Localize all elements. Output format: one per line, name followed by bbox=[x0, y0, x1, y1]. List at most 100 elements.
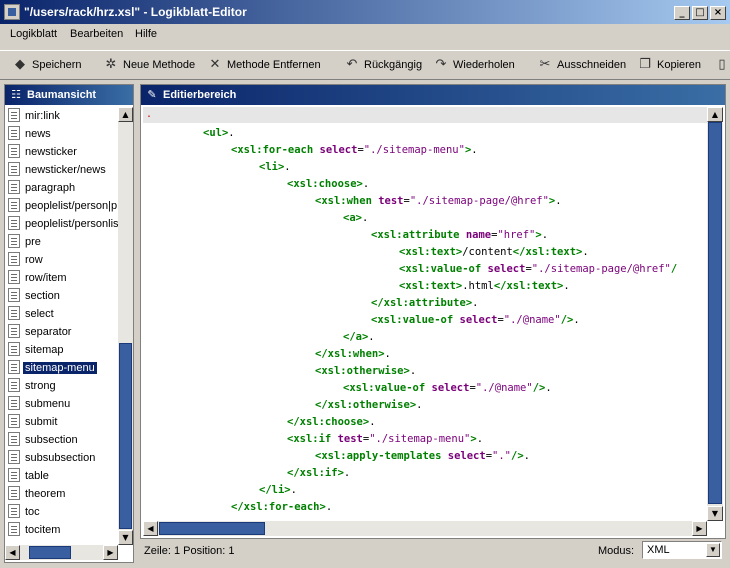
menu-hilfe[interactable]: Hilfe bbox=[135, 28, 157, 40]
app-icon bbox=[4, 4, 20, 20]
code-token-txt: . bbox=[343, 467, 351, 479]
tree-item[interactable]: sitemap bbox=[5, 341, 118, 359]
minimize-button[interactable]: _ bbox=[674, 6, 690, 20]
new-method-button[interactable]: ✲ Neue Methode bbox=[103, 56, 196, 74]
tree-item-label: sitemap bbox=[25, 344, 64, 356]
undo-label: Rückgängig bbox=[364, 59, 423, 71]
code-token-tag: <li> bbox=[259, 161, 285, 173]
code-line: </xsl:otherwise>. bbox=[315, 397, 422, 414]
code-token-txt: . bbox=[409, 365, 417, 377]
menu-logikblatt[interactable]: Logikblatt bbox=[10, 28, 57, 40]
code-token-attr: test bbox=[378, 195, 404, 207]
tree-item[interactable]: subsubsection bbox=[5, 449, 118, 467]
code-line: <xsl:choose>. bbox=[287, 176, 369, 193]
paste-button[interactable]: ▯ bbox=[714, 56, 730, 74]
scroll-down-icon[interactable]: ▼ bbox=[118, 530, 133, 545]
scroll-right-icon[interactable]: ▶ bbox=[103, 545, 118, 560]
tree-item-label: theorem bbox=[25, 488, 66, 500]
code-line: <a>. bbox=[343, 210, 368, 227]
tree-item[interactable]: separator bbox=[5, 323, 118, 341]
tree-item[interactable]: toc bbox=[5, 503, 118, 521]
tree-item[interactable]: mir:link bbox=[5, 107, 118, 125]
tree-item[interactable]: row/item bbox=[5, 269, 118, 287]
code-token-val: "./sitemap-page/@href" bbox=[409, 195, 549, 207]
code-token-tag: /> bbox=[511, 450, 524, 462]
save-button[interactable]: ◆ Speichern bbox=[12, 56, 82, 74]
tree-item[interactable]: section bbox=[5, 287, 118, 305]
code-line: </xsl:for-each>. bbox=[231, 499, 332, 516]
menu-bearbeiten[interactable]: Bearbeiten bbox=[70, 28, 123, 40]
tree-item[interactable]: tocitem bbox=[5, 521, 118, 539]
code-token-tag: </xsl:for-each> bbox=[231, 501, 326, 513]
tree-scroll-thumb[interactable] bbox=[119, 343, 132, 529]
template-file-icon bbox=[8, 522, 20, 536]
tree-item[interactable]: table bbox=[5, 467, 118, 485]
tree-item[interactable]: peoplelist/personlis bbox=[5, 215, 118, 233]
tree-hscroll-thumb[interactable] bbox=[29, 546, 71, 559]
scroll-up-icon[interactable]: ▲ bbox=[707, 107, 723, 122]
tree-item[interactable]: news bbox=[5, 125, 118, 143]
tree-item[interactable]: pre bbox=[5, 233, 118, 251]
editor-vertical-scrollbar[interactable]: ▲ ▼ bbox=[707, 107, 723, 521]
scroll-down-icon[interactable]: ▼ bbox=[707, 506, 723, 521]
tree-item[interactable]: theorem bbox=[5, 485, 118, 503]
scroll-up-icon[interactable]: ▲ bbox=[118, 107, 133, 122]
window-controls: _ □ × bbox=[672, 4, 726, 20]
tree-horizontal-scrollbar[interactable]: ◀ ▶ bbox=[5, 545, 118, 560]
redo-icon: ↷ bbox=[435, 57, 447, 72]
code-token-attr: select bbox=[431, 382, 470, 394]
redo-button[interactable]: ↷ Wiederholen bbox=[433, 56, 515, 74]
maximize-button[interactable]: □ bbox=[692, 6, 708, 20]
code-token-tag: <xsl:choose> bbox=[287, 178, 363, 190]
new-method-icon: ✲ bbox=[105, 57, 117, 72]
current-line-highlight bbox=[143, 107, 707, 123]
template-file-icon bbox=[8, 414, 20, 428]
code-token-tag: / bbox=[670, 263, 678, 275]
tree-item[interactable]: peoplelist/person|p bbox=[5, 197, 118, 215]
tree-item[interactable]: newsticker bbox=[5, 143, 118, 161]
undo-button[interactable]: ↶ Rückgängig bbox=[344, 56, 423, 74]
code-token-tag: </xsl:attribute> bbox=[371, 297, 473, 309]
code-editor[interactable]: . <ul>. <xsl:for-each select="./sitemap-me… bbox=[143, 107, 707, 521]
code-token-val: "./sitemap-page/@href" bbox=[531, 263, 671, 275]
code-token-tag: <xsl:otherwise> bbox=[315, 365, 410, 377]
code-token-txt: /content bbox=[462, 246, 513, 258]
editor-hscroll-thumb[interactable] bbox=[159, 522, 265, 535]
chevron-down-icon[interactable]: ▼ bbox=[706, 543, 720, 557]
template-file-icon bbox=[8, 360, 20, 374]
cut-button[interactable]: ✂ Ausschneiden bbox=[537, 56, 627, 74]
mode-select[interactable]: XML ▼ bbox=[642, 541, 722, 559]
tree-item[interactable]: subsection bbox=[5, 431, 118, 449]
scroll-right-icon[interactable]: ▶ bbox=[692, 521, 707, 536]
code-line: <xsl:if test="./sitemap-menu">. bbox=[287, 431, 483, 448]
tree-item[interactable]: paragraph bbox=[5, 179, 118, 197]
template-file-icon bbox=[8, 126, 20, 140]
tree-item[interactable]: sitemap-menu bbox=[5, 359, 118, 377]
tree-vertical-scrollbar[interactable]: ▲ ▼ bbox=[118, 107, 133, 545]
tree-item[interactable]: strong bbox=[5, 377, 118, 395]
code-token-txt: . bbox=[284, 161, 291, 173]
template-file-icon bbox=[8, 324, 20, 338]
scroll-left-icon[interactable]: ◀ bbox=[5, 545, 20, 560]
copy-button[interactable]: ❐ Kopieren bbox=[637, 56, 701, 74]
editor-scroll-thumb[interactable] bbox=[708, 122, 722, 504]
editor-horizontal-scrollbar[interactable]: ◀ ▶ bbox=[143, 521, 707, 536]
tree-item[interactable]: select bbox=[5, 305, 118, 323]
tree-item[interactable]: newsticker/news bbox=[5, 161, 118, 179]
tree-item-label: tocitem bbox=[25, 524, 61, 536]
tree-item[interactable]: row bbox=[5, 251, 118, 269]
scroll-left-icon[interactable]: ◀ bbox=[143, 521, 158, 536]
code-token-tag: </xsl:text> bbox=[512, 246, 583, 258]
close-button[interactable]: × bbox=[710, 6, 726, 20]
code-line: <xsl:when test="./sitemap-page/@href">. bbox=[315, 193, 562, 210]
tree-item[interactable]: submit bbox=[5, 413, 118, 431]
code-token-txt: . bbox=[384, 348, 391, 360]
code-token-tag: <xsl:if bbox=[287, 433, 338, 445]
status-bar: Zeile: 1 Position: 1 Modus: XML ▼ bbox=[140, 540, 726, 562]
save-label: Speichern bbox=[32, 59, 82, 71]
remove-method-button[interactable]: ✕ Methode Entfernen bbox=[207, 56, 321, 74]
tree-item[interactable]: submenu bbox=[5, 395, 118, 413]
code-line: <xsl:value-of select="./@name"/>. bbox=[343, 380, 552, 397]
code-token-val: "./sitemap-menu" bbox=[369, 433, 471, 445]
code-token-tag: /> bbox=[560, 314, 574, 326]
